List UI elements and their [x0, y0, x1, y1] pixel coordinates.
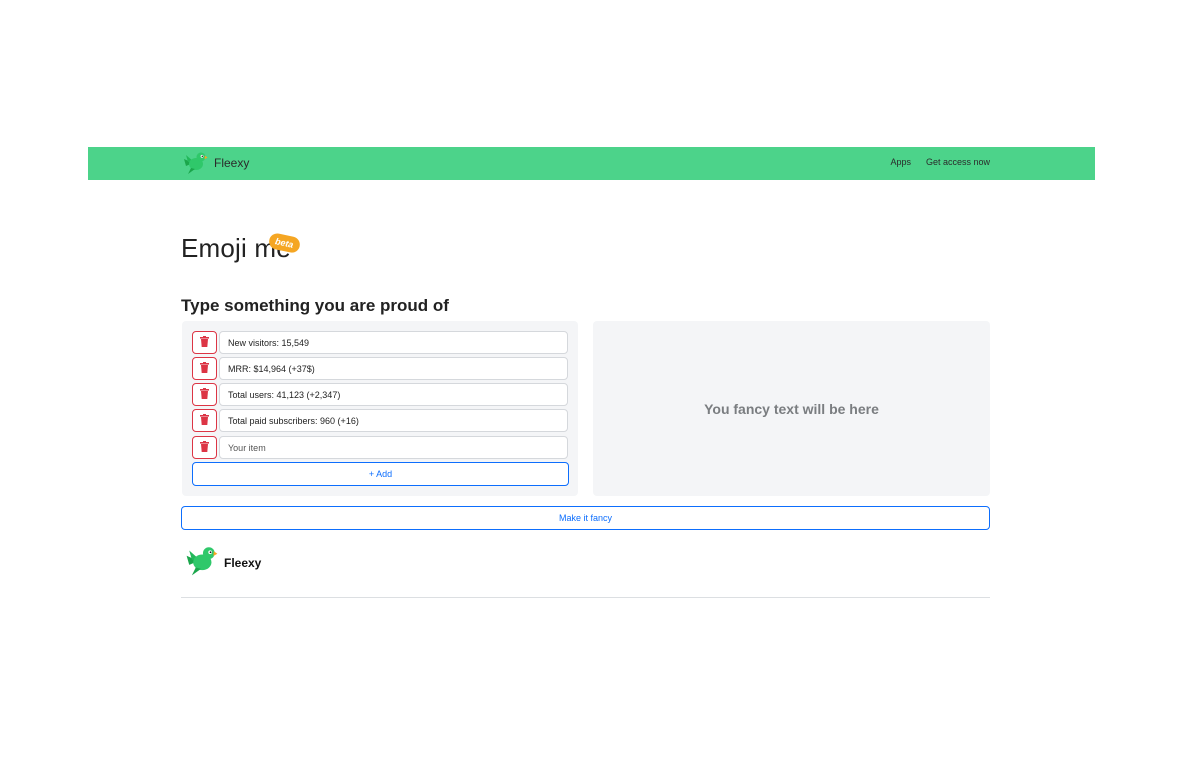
item-row [192, 409, 568, 432]
delete-item-button[interactable] [192, 436, 217, 459]
delete-item-button[interactable] [192, 409, 217, 432]
parrot-logo-icon [182, 151, 208, 175]
delete-item-button[interactable] [192, 331, 217, 354]
trash-icon [200, 439, 209, 457]
output-panel: You fancy text will be here [593, 321, 990, 496]
item-input[interactable] [219, 331, 568, 354]
footer-divider [181, 597, 990, 598]
item-input[interactable] [219, 357, 568, 380]
delete-item-button[interactable] [192, 357, 217, 380]
navbar-brand-label: Fleexy [214, 156, 250, 170]
items-panel: + Add [182, 321, 578, 496]
item-input[interactable] [219, 436, 568, 459]
trash-icon [200, 360, 209, 378]
delete-item-button[interactable] [192, 383, 217, 406]
item-input[interactable] [219, 409, 568, 432]
page-subtitle: Type something you are proud of [181, 296, 449, 315]
top-navbar: Fleexy Apps Get access now [88, 147, 1095, 180]
parrot-logo-icon [184, 545, 218, 580]
navbar-brand[interactable]: Fleexy [182, 151, 249, 175]
footer-brand-label: Fleexy [224, 555, 262, 570]
item-row [192, 436, 568, 459]
footer-brand[interactable]: Fleexy [184, 545, 261, 580]
trash-icon [200, 334, 209, 352]
output-placeholder: You fancy text will be here [704, 400, 879, 417]
item-row [192, 357, 568, 380]
nav-link-apps[interactable]: Apps [890, 157, 911, 167]
nav-link-get-access[interactable]: Get access now [926, 157, 990, 167]
item-row [192, 331, 568, 354]
page-title-wrap: Emoji me beta [181, 232, 301, 264]
add-item-button[interactable]: + Add [192, 462, 569, 486]
trash-icon [200, 386, 209, 404]
item-input[interactable] [219, 383, 568, 406]
item-row [192, 383, 568, 406]
navbar-links: Apps Get access now [890, 157, 990, 167]
make-it-fancy-button[interactable]: Make it fancy [181, 506, 990, 530]
trash-icon [200, 412, 209, 430]
